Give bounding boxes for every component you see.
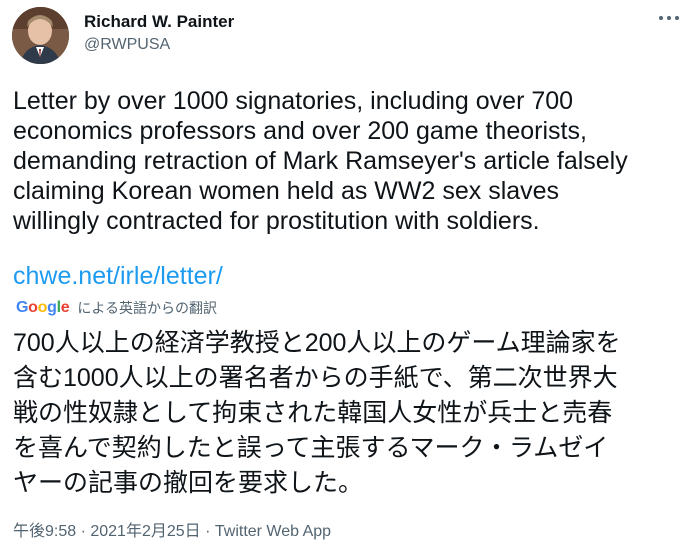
author-handle[interactable]: @RWPUSA (84, 36, 170, 54)
avatar[interactable] (12, 7, 69, 64)
profile-photo (12, 7, 69, 64)
tweet-link[interactable]: chwe.net/irle/letter/ (13, 261, 223, 291)
more-horizontal-icon[interactable] (659, 14, 679, 22)
translated-text: 700人以上の経済学教授と200人以上のゲーム理論家を 含む1000人以上の署名… (13, 329, 621, 497)
tweet-text: Letter by over 1000 signatories, includi… (13, 87, 628, 235)
author-name[interactable]: Richard W. Painter (84, 12, 234, 32)
google-logo: Google (16, 299, 70, 316)
translation-label: による英語からの翻訳 (77, 300, 217, 316)
tweet-card: Richard W. Painter @RWPUSA Letter by ove… (0, 0, 695, 551)
translation-attribution[interactable]: Google による英語からの翻訳 (16, 298, 217, 318)
tweet-timestamp[interactable]: 午後9:58 · 2021年2月25日 · Twitter Web App (13, 521, 331, 543)
